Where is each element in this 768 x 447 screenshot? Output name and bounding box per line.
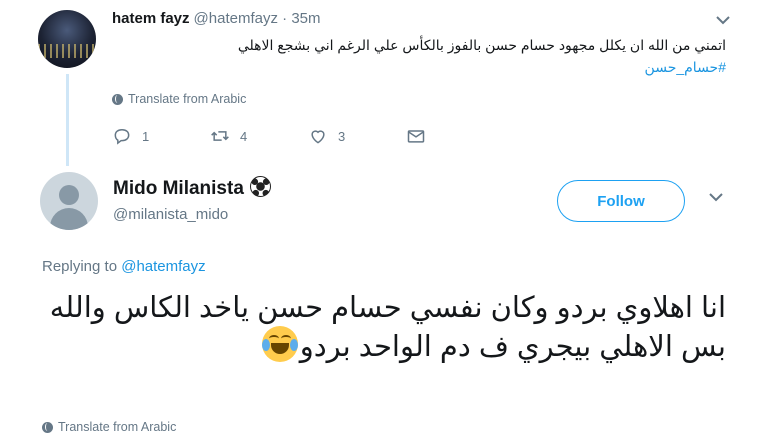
reply-translate-link[interactable]: Translate from Arabic: [42, 420, 176, 434]
like-button[interactable]: 3: [308, 126, 345, 146]
retweet-icon: [211, 131, 229, 141]
reply-author-handle[interactable]: @milanista_mido: [113, 206, 228, 223]
reply-icon: [114, 128, 130, 145]
reply-count: 1: [142, 128, 150, 144]
reply-author-name[interactable]: Mido Milanista: [113, 176, 271, 200]
like-icon: [311, 130, 325, 144]
replying-to-link[interactable]: @hatemfayz: [121, 258, 205, 275]
soccer-ball-emoji: [249, 176, 271, 197]
parent-avatar[interactable]: [38, 10, 96, 68]
globe-icon: [112, 93, 123, 105]
globe-icon: [42, 421, 53, 433]
replying-to: Replying to @hatemfayz: [42, 258, 206, 275]
reply-tweet-text: انا اهلاوي بردو وكان نفسي حسام حسن ياخد …: [49, 292, 726, 363]
message-icon: [407, 130, 425, 143]
retweet-count: 4: [240, 128, 248, 144]
reply-button[interactable]: 1: [112, 126, 149, 146]
follow-button[interactable]: Follow: [557, 180, 685, 222]
hashtag-link[interactable]: #حسام_حسن: [106, 56, 726, 78]
parent-action-bar: 1 4 3: [112, 126, 442, 148]
message-button[interactable]: [406, 126, 426, 146]
retweet-button[interactable]: 4: [210, 126, 247, 146]
parent-translate-link[interactable]: Translate from Arabic: [112, 92, 246, 106]
chevron-down-icon[interactable]: [708, 190, 724, 208]
parent-author-name[interactable]: hatem fayz @hatemfayz · 35m: [112, 10, 321, 27]
thread-line: [66, 74, 69, 166]
chevron-down-icon[interactable]: [716, 12, 730, 28]
reply-avatar[interactable]: [40, 172, 98, 230]
parent-author-handle: @hatemfayz · 35m: [193, 10, 321, 27]
like-count: 3: [338, 128, 346, 144]
parent-tweet-text: اتمني من الله ان يكلل مجهود حسام حسن بال…: [106, 34, 726, 78]
parent-time: 35m: [291, 10, 321, 27]
laughing-tears-emoji: [261, 326, 298, 362]
